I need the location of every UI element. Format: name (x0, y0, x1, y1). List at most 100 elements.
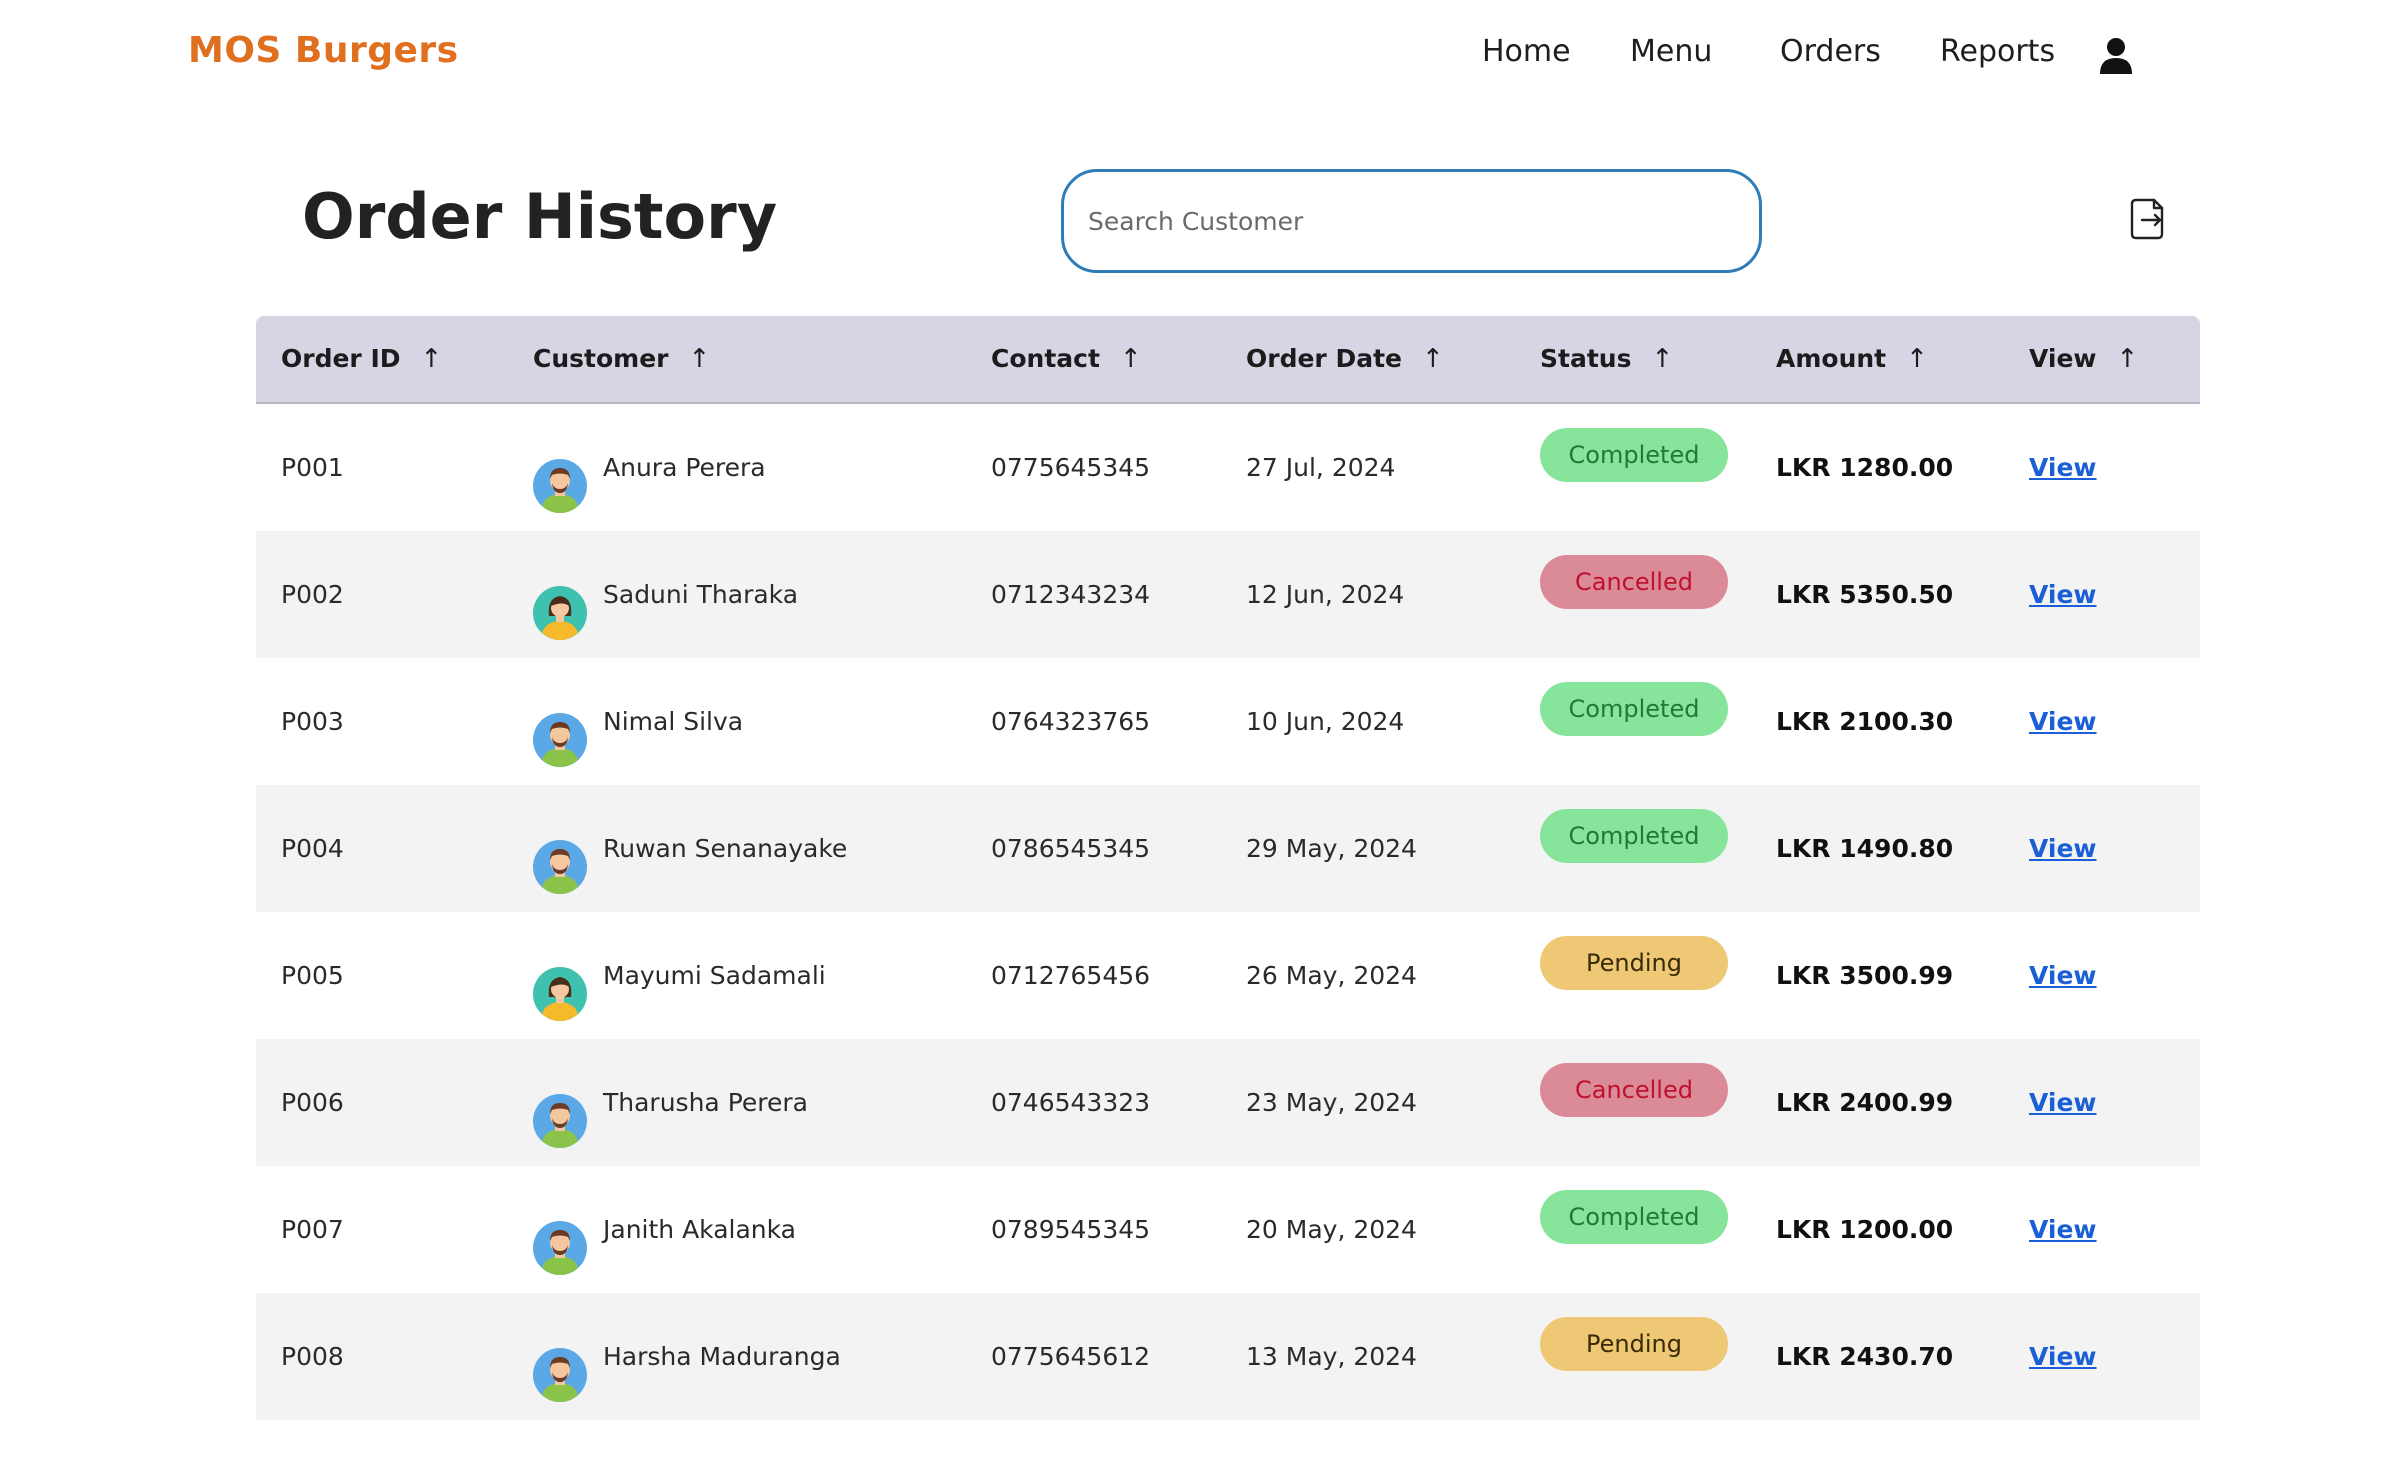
order-amount: LKR 2100.30 (1776, 707, 1954, 736)
search-customer-input[interactable] (1061, 169, 1762, 273)
sort-arrow-icon[interactable]: ↑ (1120, 344, 1142, 374)
column-header-contact[interactable]: Contact ↑ (991, 344, 1142, 374)
order-amount: LKR 1200.00 (1776, 1215, 1954, 1244)
sort-arrow-icon[interactable]: ↑ (1422, 344, 1444, 374)
column-header-view[interactable]: View ↑ (2029, 344, 2138, 374)
contact-number: 0775645345 (991, 453, 1151, 482)
status-badge: Completed (1540, 809, 1728, 863)
customer-name: Harsha Maduranga (603, 1342, 841, 1371)
male-avatar-icon (533, 1330, 587, 1402)
customer-cell: Janith Akalanka (533, 1166, 953, 1293)
contact-number: 0764323765 (991, 707, 1151, 736)
customer-cell: Harsha Maduranga (533, 1293, 953, 1420)
view-order-link[interactable]: View (2029, 1166, 2097, 1293)
female-avatar-icon (533, 949, 587, 1021)
contact-number: 0786545345 (991, 834, 1151, 863)
view-order-link[interactable]: View (2029, 912, 2097, 1039)
status-badge: Pending (1540, 936, 1728, 990)
order-amount: LKR 2400.99 (1776, 1088, 1954, 1117)
sort-arrow-icon[interactable]: ↑ (421, 344, 443, 374)
order-id: P005 (281, 961, 344, 990)
customer-cell: Ruwan Senanayake (533, 785, 953, 912)
brand-logo[interactable]: MOS Burgers (188, 30, 459, 71)
status-badge: Completed (1540, 1190, 1728, 1244)
table-row: P001 Anura Perera 0775645345 27 Jul, 2024 Co… (256, 404, 2200, 531)
user-icon[interactable] (2098, 36, 2134, 76)
status-badge: Completed (1540, 428, 1728, 482)
order-id: P004 (281, 834, 344, 863)
nav-menu[interactable]: Menu (1630, 34, 1712, 69)
customer-name: Anura Perera (603, 453, 766, 482)
customer-name: Mayumi Sadamali (603, 961, 826, 990)
order-date: 13 May, 2024 (1246, 1342, 1417, 1371)
order-date: 26 May, 2024 (1246, 961, 1417, 990)
order-id: P008 (281, 1342, 344, 1371)
page-title: Order History (302, 180, 778, 253)
view-order-link[interactable]: View (2029, 1293, 2097, 1420)
nav-orders[interactable]: Orders (1780, 34, 1881, 69)
sort-arrow-icon[interactable]: ↑ (1651, 344, 1673, 374)
view-order-link[interactable]: View (2029, 1039, 2097, 1166)
status-badge: Completed (1540, 682, 1728, 736)
order-date: 29 May, 2024 (1246, 834, 1417, 863)
export-icon[interactable] (2130, 198, 2166, 240)
sort-arrow-icon[interactable]: ↑ (2117, 344, 2139, 374)
order-id: P007 (281, 1215, 344, 1244)
contact-number: 0746543323 (991, 1088, 1151, 1117)
order-date: 12 Jun, 2024 (1246, 580, 1405, 609)
table-row: P007 Janith Akalanka 0789545345 20 May, 202… (256, 1166, 2200, 1293)
customer-name: Janith Akalanka (603, 1215, 797, 1244)
column-header-status[interactable]: Status ↑ (1540, 344, 1673, 374)
order-amount: LKR 2430.70 (1776, 1342, 1954, 1371)
top-navbar: MOS Burgers Home Menu Orders Reports (0, 0, 2398, 110)
table-row: P005 Mayumi Sadamali 0712765456 26 May, 202… (256, 912, 2200, 1039)
order-date: 20 May, 2024 (1246, 1215, 1417, 1244)
customer-name: Nimal Silva (603, 707, 744, 736)
sort-arrow-icon[interactable]: ↑ (689, 344, 711, 374)
customer-name: Saduni Tharaka (603, 580, 799, 609)
male-avatar-icon (533, 1076, 587, 1148)
customer-cell: Mayumi Sadamali (533, 912, 953, 1039)
view-order-link[interactable]: View (2029, 785, 2097, 912)
customer-cell: Tharusha Perera (533, 1039, 953, 1166)
male-avatar-icon (533, 695, 587, 767)
order-id: P001 (281, 453, 344, 482)
contact-number: 0712343234 (991, 580, 1151, 609)
customer-cell: Anura Perera (533, 404, 953, 531)
male-avatar-icon (533, 1203, 587, 1275)
customer-cell: Saduni Tharaka (533, 531, 953, 658)
table-row: P002 Saduni Tharaka 0712343234 12 Jun, 2024… (256, 531, 2200, 658)
customer-cell: Nimal Silva (533, 658, 953, 785)
column-header-order-id[interactable]: Order ID ↑ (281, 344, 442, 374)
order-id: P002 (281, 580, 344, 609)
column-header-order-date[interactable]: Order Date ↑ (1246, 344, 1444, 374)
customer-name: Tharusha Perera (603, 1088, 808, 1117)
order-amount: LKR 1280.00 (1776, 453, 1954, 482)
nav-reports[interactable]: Reports (1940, 34, 2055, 69)
order-id: P003 (281, 707, 344, 736)
table-row: P008 Harsha Maduranga 0775645612 13 May, 20… (256, 1293, 2200, 1420)
order-amount: LKR 1490.80 (1776, 834, 1954, 863)
sort-arrow-icon[interactable]: ↑ (1906, 344, 1928, 374)
status-badge: Pending (1540, 1317, 1728, 1371)
female-avatar-icon (533, 568, 587, 640)
table-header: Order ID ↑ Customer ↑ Contact ↑ Order Date ↑… (256, 316, 2200, 404)
male-avatar-icon (533, 441, 587, 513)
column-header-amount[interactable]: Amount ↑ (1776, 344, 1928, 374)
order-date: 27 Jul, 2024 (1246, 453, 1396, 482)
orders-table: Order ID ↑ Customer ↑ Contact ↑ Order Date ↑… (256, 316, 2200, 1420)
male-avatar-icon (533, 822, 587, 894)
nav-home[interactable]: Home (1482, 34, 1571, 69)
status-badge: Cancelled (1540, 555, 1728, 609)
order-amount: LKR 5350.50 (1776, 580, 1954, 609)
view-order-link[interactable]: View (2029, 531, 2097, 658)
order-date: 23 May, 2024 (1246, 1088, 1417, 1117)
contact-number: 0789545345 (991, 1215, 1151, 1244)
table-row: P006 Tharusha Perera 0746543323 23 May, 202… (256, 1039, 2200, 1166)
contact-number: 0712765456 (991, 961, 1151, 990)
table-body: P001 Anura Perera 0775645345 27 Jul, 2024 Co… (256, 404, 2200, 1420)
view-order-link[interactable]: View (2029, 658, 2097, 785)
status-badge: Cancelled (1540, 1063, 1728, 1117)
column-header-customer[interactable]: Customer ↑ (533, 344, 710, 374)
view-order-link[interactable]: View (2029, 404, 2097, 531)
